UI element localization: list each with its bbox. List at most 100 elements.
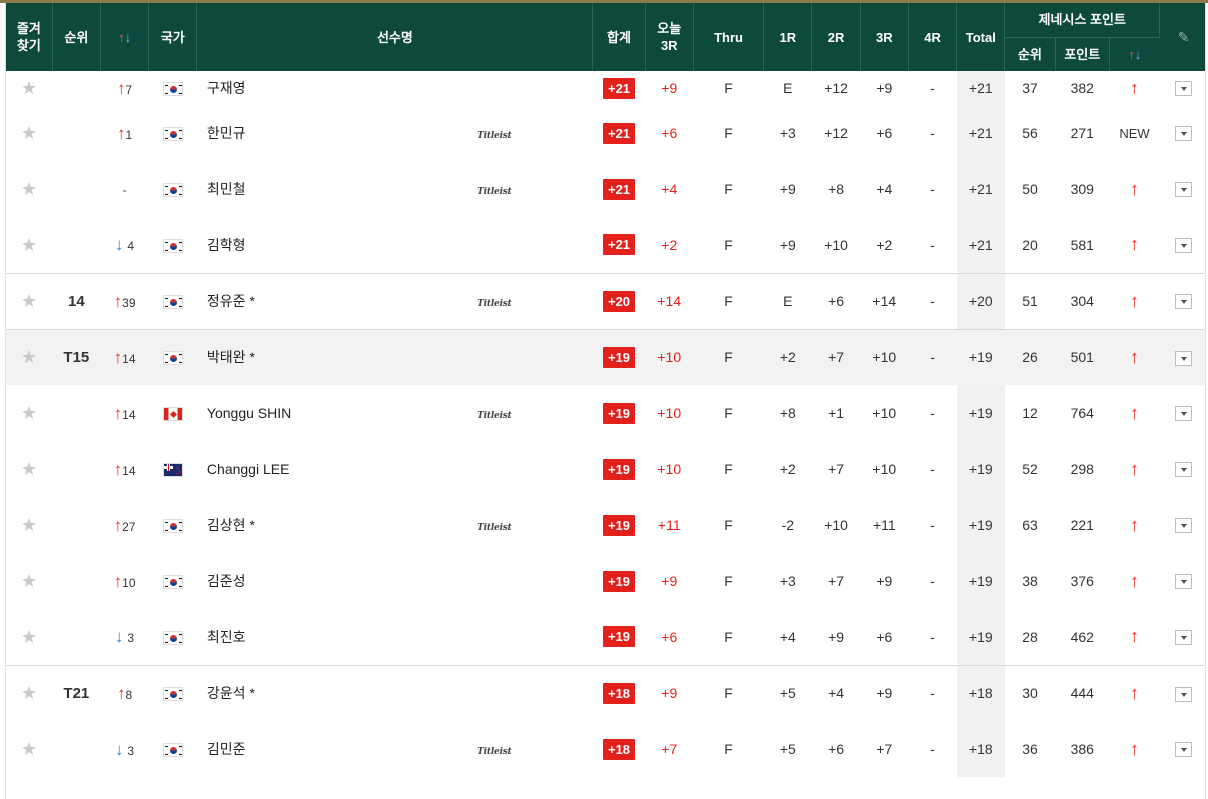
dropdown-cell <box>1160 497 1205 553</box>
table-row[interactable]: ★ ↓ 3 최진호 +19 +6 F +4 +9 +6 - +19 28 462 ↑ <box>6 609 1205 665</box>
header-r3[interactable]: 3R <box>860 3 909 71</box>
rank-cell <box>52 71 100 105</box>
expand-dropdown-button[interactable] <box>1174 574 1192 590</box>
star-icon[interactable]: ★ <box>21 739 37 759</box>
favorite-cell: ★ <box>6 272 53 329</box>
player-name[interactable]: 정유준 * <box>207 293 255 309</box>
player-name[interactable]: Yonggu SHIN <box>207 405 291 421</box>
nation-cell <box>148 664 197 721</box>
expand-dropdown-button[interactable] <box>1174 182 1192 198</box>
today-cell: +6 <box>645 609 693 665</box>
expand-dropdown-button[interactable] <box>1174 350 1192 366</box>
table-row[interactable]: ★ ↓ 3 김민준 Titleist +18 +7 F +5 +6 +7 - +18 36 386 ↑ <box>6 721 1205 777</box>
star-icon[interactable]: ★ <box>21 235 37 255</box>
header-r2[interactable]: 2R <box>811 3 861 71</box>
nation-cell <box>148 272 197 329</box>
player-name-cell[interactable]: Changgi LEE <box>197 441 396 497</box>
expand-dropdown-button[interactable] <box>1174 518 1192 534</box>
nation-cell <box>149 497 197 553</box>
player-name[interactable]: 김상현 * <box>207 517 255 533</box>
header-rank[interactable]: 순위 <box>52 3 101 71</box>
player-name[interactable]: 최진호 <box>207 629 246 645</box>
expand-dropdown-button[interactable] <box>1174 630 1192 646</box>
player-name-cell[interactable]: 최민철 <box>197 161 396 217</box>
sponsor-logo: Titleist <box>477 411 512 421</box>
header-genesis-point[interactable]: 포인트 <box>1055 36 1110 71</box>
table-row[interactable]: ★ ↑7 구재영 +21 +9 F E +12 +9- +21 37 382 ↑ <box>6 71 1205 105</box>
star-icon[interactable]: ★ <box>21 291 37 311</box>
header-r4[interactable]: 4R <box>908 3 958 71</box>
rank-move: 27 <box>122 519 136 534</box>
player-name[interactable]: 최민철 <box>207 181 246 197</box>
table-row[interactable]: ★ ↑27 김상현 * Titleist +19 +11 F -2 +10 +11- +19 63 22… <box>6 497 1205 553</box>
player-name-cell[interactable]: Yonggu SHIN <box>197 385 396 441</box>
favorite-cell: ★ <box>6 71 52 105</box>
star-icon[interactable]: ★ <box>21 459 37 479</box>
thru-cell: F <box>724 405 733 421</box>
r2-cell: +12 <box>824 125 848 141</box>
player-name-cell[interactable]: 김학형 <box>197 217 396 273</box>
nation-cell <box>149 71 197 105</box>
expand-dropdown-button[interactable] <box>1174 81 1192 97</box>
player-name-cell[interactable]: 최진호 <box>197 609 396 665</box>
star-icon[interactable]: ★ <box>21 571 37 591</box>
star-icon[interactable]: ★ <box>21 347 37 367</box>
header-genesis-rank[interactable]: 순위 <box>1004 36 1056 71</box>
table-row[interactable]: ★ T15 ↑14 박태완 * +19 +10 F +2 +7 +10- +19 26 501 ↑ <box>6 328 1205 385</box>
expand-dropdown-button[interactable] <box>1174 406 1192 422</box>
player-name[interactable]: 김준성 <box>207 573 246 589</box>
star-icon[interactable]: ★ <box>21 179 37 199</box>
header-move[interactable]: ↑↓ <box>100 3 150 71</box>
r1-cell: +5 <box>779 741 796 757</box>
star-icon[interactable]: ★ <box>21 78 37 98</box>
header-sum[interactable]: 합계 <box>592 3 646 71</box>
player-name[interactable]: 구재영 <box>207 80 246 96</box>
r3-cell: +11 <box>872 517 896 533</box>
player-name-cell[interactable]: 정유준 * <box>196 272 396 329</box>
table-row[interactable]: ★ ↑14 Yonggu SHIN Titleist +19 +10 F +8 +1 +10- +1… <box>6 385 1205 441</box>
sum-badge: +19 <box>603 402 636 424</box>
player-name-cell[interactable]: 구재영 <box>197 71 396 105</box>
header-genesis-change[interactable]: ↑↓ <box>1109 36 1160 71</box>
expand-dropdown-button[interactable] <box>1174 238 1192 254</box>
today-score: +9 <box>661 685 678 702</box>
player-name-cell[interactable]: 김상현 * <box>197 497 396 553</box>
flag-korea-icon <box>162 743 183 758</box>
expand-dropdown-button[interactable] <box>1174 294 1192 310</box>
header-edit[interactable]: ✎ <box>1159 3 1205 71</box>
player-name-cell[interactable]: 김준성 <box>197 553 396 609</box>
player-name[interactable]: 한민규 <box>207 125 246 141</box>
star-icon[interactable]: ★ <box>21 683 37 703</box>
table-row[interactable]: ★ 14 ↑39 정유준 * Titleist +20 +14 F E +6 +14- +20 51 30… <box>6 272 1205 329</box>
table-row[interactable]: ★ ↑14 Changgi LEE +19 +10 F +2 +7 +10- +19 52 298 ↑ <box>6 441 1205 497</box>
dropdown-cell <box>1160 609 1205 665</box>
table-row[interactable]: ★ ↑10 김준성 +19 +9 F +3 +7 +9- +19 38 376 ↑ <box>6 553 1205 609</box>
header-r1[interactable]: 1R <box>763 3 813 71</box>
star-icon[interactable]: ★ <box>21 627 37 647</box>
player-name[interactable]: 김학형 <box>207 237 246 253</box>
leaderboard-container: 즐겨 찾기 순위 ↑↓ 국가 선수명 합계 오늘 3R Thru 1R 2R 3… <box>5 3 1206 799</box>
player-name-cell[interactable]: 김민준 <box>197 721 396 777</box>
expand-dropdown-button[interactable] <box>1174 462 1192 478</box>
today-cell: +6 <box>645 105 693 161</box>
star-icon[interactable]: ★ <box>21 403 37 423</box>
expand-dropdown-button[interactable] <box>1174 126 1192 142</box>
player-name-cell[interactable]: 박태완 * <box>196 328 396 385</box>
header-total[interactable]: Total <box>956 3 1006 71</box>
star-icon[interactable]: ★ <box>21 515 37 535</box>
table-row[interactable]: ★ ↓ 4 김학형 +21 +2 F +9 +10 +2 - +21 20 581 ↑ <box>6 217 1205 273</box>
arrow-down-icon: ↓ <box>115 627 124 647</box>
player-name-cell[interactable]: 강윤석 * <box>196 664 396 721</box>
table-row[interactable]: ★ T21 ↑8 강윤석 * +18 +9 F +5 +4 +9- +18 30 444 ↑ <box>6 664 1205 721</box>
player-name[interactable]: 강윤석 * <box>207 685 255 701</box>
table-row[interactable]: ★ ↑1 한민규 Titleist +21 +6 F +3 +12 +6 - +21 56 271 NEW <box>6 105 1205 161</box>
star-icon[interactable]: ★ <box>21 123 37 143</box>
expand-dropdown-button[interactable] <box>1174 742 1192 758</box>
player-name[interactable]: 김민준 <box>207 741 246 757</box>
player-name-cell[interactable]: 한민규 <box>197 105 396 161</box>
player-name[interactable]: 박태완 * <box>207 349 255 365</box>
table-row[interactable]: ★ - 최민철 Titleist +21 +4 F +9 +8 +4 - +21 50 309 ↑ <box>6 161 1205 217</box>
expand-dropdown-button[interactable] <box>1174 686 1192 702</box>
player-name[interactable]: Changgi LEE <box>207 461 290 477</box>
sum-cell: +21 <box>593 71 645 105</box>
